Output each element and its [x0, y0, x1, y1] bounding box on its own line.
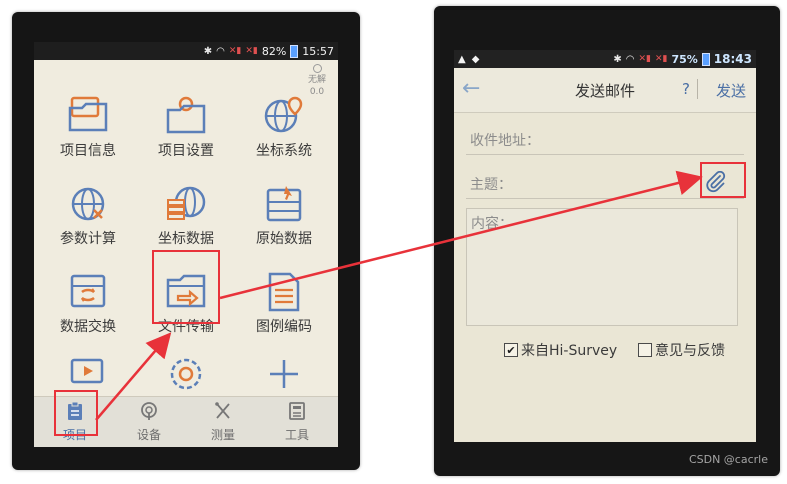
arrow-project-to-file-transfer: [95, 332, 172, 421]
annotation-arrows: [95, 170, 703, 421]
arrow-file-transfer-to-attachment: [219, 170, 703, 300]
